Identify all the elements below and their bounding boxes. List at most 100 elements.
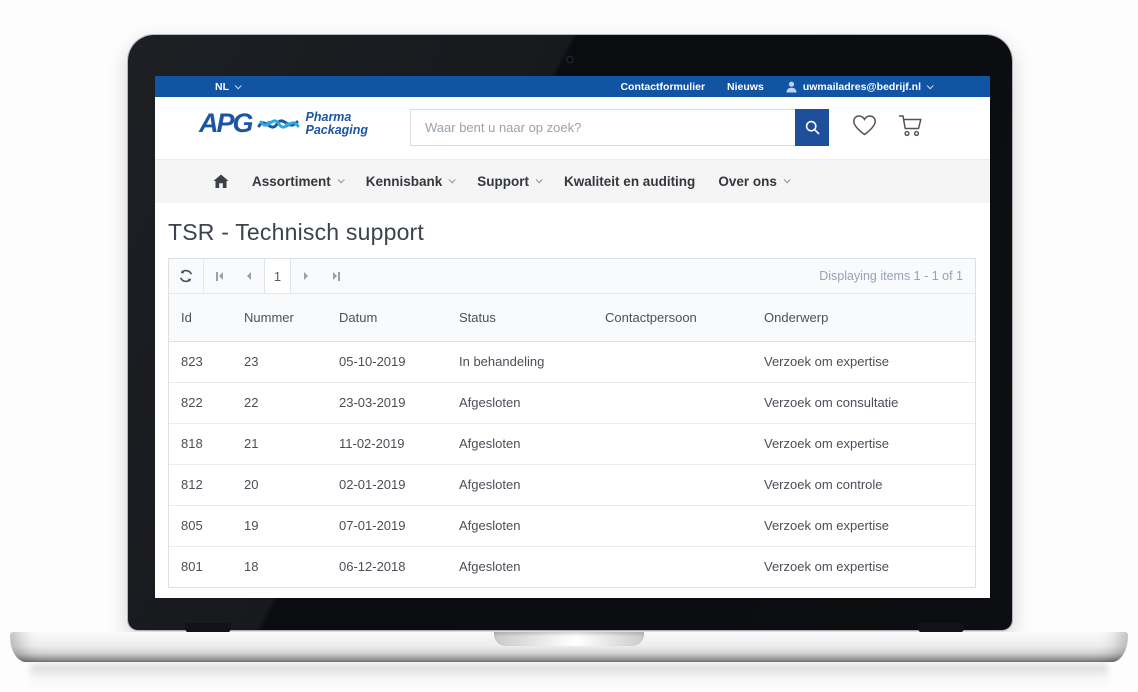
cell-status: Afgesloten [449,423,595,464]
main-navigation: Assortiment Kennisbank Support Kwaliteit… [155,159,990,203]
top-utility-bar: NL Contactformulier Nieuws uwmailadres@b… [155,76,990,97]
account-email: uwmailadres@bedrijf.nl [803,81,921,93]
nav-item-support[interactable]: Support [477,174,541,189]
home-icon [213,174,229,189]
table-row[interactable]: 818 21 11-02-2019 Afgesloten Verzoek om … [169,423,975,464]
webcam-icon [567,56,574,63]
column-header-onderwerp[interactable]: Onderwerp [754,294,975,341]
cell-onderwerp: Verzoek om consultatie [754,382,975,423]
grid-toolbar: 1 Displaying items 1 - 1 of 1 [169,259,975,294]
search-input[interactable] [410,109,795,146]
refresh-icon [179,269,193,283]
search-bar [410,109,829,146]
search-button[interactable] [795,109,829,146]
site-logo[interactable]: APG Pharma Packaging [199,108,368,139]
cell-status: Afgesloten [449,464,595,505]
table-row[interactable]: 822 22 23-03-2019 Afgesloten Verzoek om … [169,382,975,423]
cell-datum: 07-01-2019 [329,505,449,546]
nav-item-over-ons[interactable]: Over ons [718,174,789,189]
laptop-base-notch [494,632,644,646]
nav-label: Assortiment [252,174,331,189]
topbar-link-contactformulier[interactable]: Contactformulier [620,81,705,93]
cell-status: Afgesloten [449,505,595,546]
cell-contactpersoon [595,546,754,587]
nav-home[interactable] [213,174,229,189]
laptop-screen: NL Contactformulier Nieuws uwmailadres@b… [155,76,990,598]
cell-datum: 23-03-2019 [329,382,449,423]
nav-item-kwaliteit-en-auditing[interactable]: Kwaliteit en auditing [564,174,695,189]
site-header: APG Pharma Packaging [155,97,990,159]
pager-first-icon [216,272,218,281]
nav-label: Support [477,174,529,189]
language-label: NL [215,81,229,93]
cell-onderwerp: Verzoek om expertise [754,505,975,546]
pager-current-page[interactable]: 1 [264,259,291,293]
cell-status: Afgesloten [449,382,595,423]
cell-nummer: 23 [234,341,329,382]
laptop-reflection [30,664,1108,690]
pager: 1 [204,259,351,293]
cell-onderwerp: Verzoek om controle [754,464,975,505]
pager-prev-button[interactable] [234,259,264,293]
pager-next-icon [304,272,308,280]
topbar-link-nieuws[interactable]: Nieuws [727,81,764,93]
cell-nummer: 20 [234,464,329,505]
table-row[interactable]: 805 19 07-01-2019 Afgesloten Verzoek om … [169,505,975,546]
table-row[interactable]: 801 18 06-12-2018 Afgesloten Verzoek om … [169,546,975,587]
nav-label: Kwaliteit en auditing [564,174,695,189]
cell-contactpersoon [595,341,754,382]
chevron-down-icon [927,82,934,89]
laptop-frame: NL Contactformulier Nieuws uwmailadres@b… [128,35,1012,630]
user-icon [786,81,797,93]
pager-status-text: Displaying items 1 - 1 of 1 [351,259,975,293]
pager-last-icon [333,272,337,280]
pager-last-icon [338,272,340,281]
cell-nummer: 21 [234,423,329,464]
chevron-down-icon [536,176,543,183]
cell-contactpersoon [595,505,754,546]
cell-datum: 05-10-2019 [329,341,449,382]
pager-last-button[interactable] [321,259,351,293]
cell-id: 823 [169,341,234,382]
cell-onderwerp: Verzoek om expertise [754,546,975,587]
column-header-nummer[interactable]: Nummer [234,294,329,341]
column-header-contactpersoon[interactable]: Contactpersoon [595,294,754,341]
cell-onderwerp: Verzoek om expertise [754,341,975,382]
cell-id: 822 [169,382,234,423]
chevron-down-icon [784,176,791,183]
cell-contactpersoon [595,464,754,505]
cell-datum: 06-12-2018 [329,546,449,587]
chevron-down-icon [235,82,242,89]
column-header-datum[interactable]: Datum [329,294,449,341]
nav-item-assortiment[interactable]: Assortiment [252,174,343,189]
laptop-base [10,632,1128,662]
pager-prev-icon [247,272,251,280]
table-row[interactable]: 812 20 02-01-2019 Afgesloten Verzoek om … [169,464,975,505]
dna-logo-icon [257,110,301,138]
logo-acronym: APG [199,108,252,139]
cell-contactpersoon [595,423,754,464]
chevron-down-icon [337,176,344,183]
cart-button[interactable] [897,114,924,138]
cell-id: 801 [169,546,234,587]
account-menu[interactable]: uwmailadres@bedrijf.nl [786,81,932,93]
wishlist-button[interactable] [852,114,877,137]
cell-id: 812 [169,464,234,505]
refresh-button[interactable] [169,259,203,293]
nav-label: Over ons [718,174,777,189]
cell-id: 818 [169,423,234,464]
column-header-status[interactable]: Status [449,294,595,341]
table-row[interactable]: 823 23 05-10-2019 In behandeling Verzoek… [169,341,975,382]
page-title: TSR - Technisch support [168,219,977,246]
heart-icon [852,114,877,137]
language-selector[interactable]: NL [215,81,240,93]
cell-datum: 11-02-2019 [329,423,449,464]
nav-label: Kennisbank [366,174,443,189]
column-header-id[interactable]: Id [169,294,234,341]
pager-first-button[interactable] [204,259,234,293]
cell-status: In behandeling [449,341,595,382]
tickets-table: Id Nummer Datum Status Contactpersoon On… [169,294,975,587]
nav-item-kennisbank[interactable]: Kennisbank [366,174,455,189]
chevron-down-icon [449,176,456,183]
pager-next-button[interactable] [291,259,321,293]
